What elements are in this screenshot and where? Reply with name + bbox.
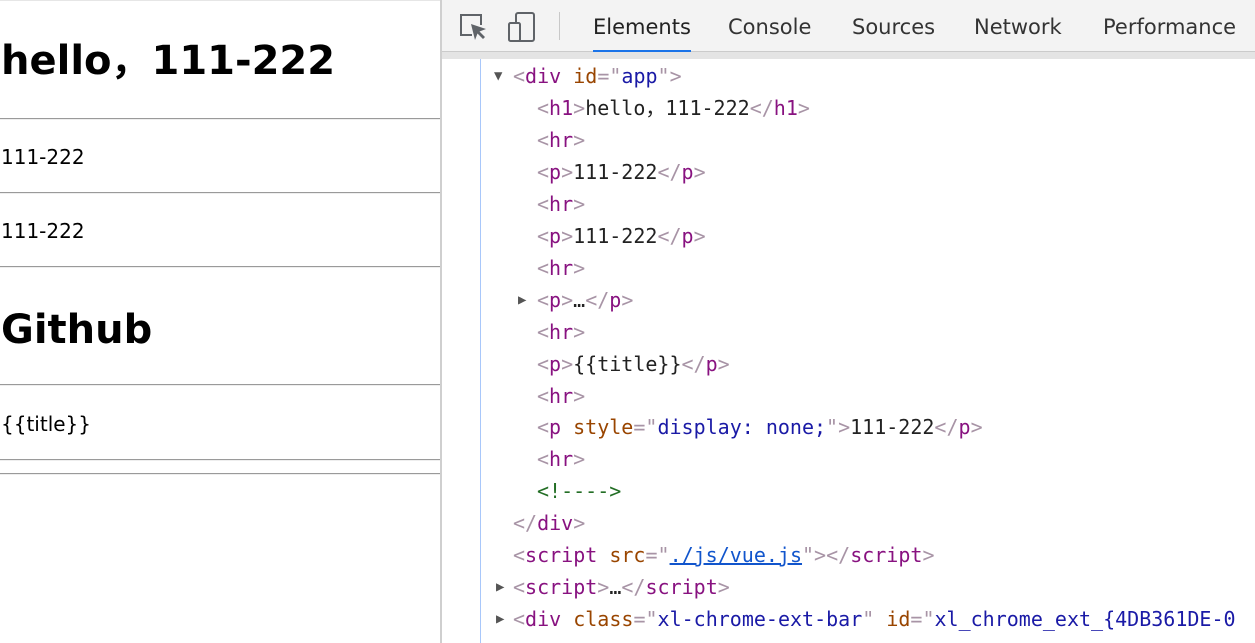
node-text: 111-222: [573, 224, 658, 248]
tab-network[interactable]: Network: [974, 0, 1062, 52]
tree-node-script-src[interactable]: <script src="./js/vue.js"></script>: [513, 541, 934, 569]
page-hr-1: [0, 118, 441, 120]
tree-node-p-hidden[interactable]: <p style="display: none;">111-222</p>: [537, 413, 983, 441]
indent-guide: [480, 59, 481, 643]
tag-name: p: [549, 224, 562, 248]
dom-tree: ▼ <div id="app"> <h1>hello，111-222</h1> …: [442, 59, 1255, 643]
script-src-link[interactable]: ./js/vue.js: [670, 543, 802, 567]
tree-node-hr[interactable]: <hr>: [537, 318, 585, 346]
tree-node-div-app[interactable]: <div id="app">: [513, 62, 682, 90]
expand-arrow-icon[interactable]: ▶: [496, 605, 504, 633]
tag-name: p: [549, 160, 562, 184]
page-hr-4: [0, 384, 441, 386]
node-text: hello，111-222: [585, 96, 750, 120]
attr-value: display: none;: [657, 415, 827, 439]
tag-name: hr: [549, 320, 574, 344]
node-text: {{title}}: [573, 352, 682, 376]
toolbar-underline-bar: [442, 52, 1255, 59]
attr-name: class: [573, 607, 634, 631]
tag-name: script: [525, 575, 598, 599]
tag-name: script: [645, 575, 718, 599]
tag-name: h1: [773, 96, 798, 120]
tag-name: hr: [549, 447, 574, 471]
tag-name: hr: [549, 128, 574, 152]
tag-name: p: [549, 288, 562, 312]
tag-name: hr: [549, 384, 574, 408]
tree-node-hr[interactable]: <hr>: [537, 190, 585, 218]
tag-name: hr: [549, 192, 574, 216]
attr-value: app: [621, 64, 658, 88]
tag-name: div: [525, 64, 562, 88]
ellipsis[interactable]: …: [573, 288, 585, 312]
tree-node-p[interactable]: <p>111-222</p>: [537, 158, 706, 186]
attr-value: xl-chrome-ext-bar: [657, 607, 863, 631]
page-hr-5: [0, 459, 441, 461]
page-para-title: {{title}}: [1, 412, 91, 436]
tree-node-div-ext[interactable]: <div class="xl-chrome-ext-bar" id="xl_ch…: [513, 605, 1236, 633]
tab-sources[interactable]: Sources: [852, 0, 935, 52]
tree-node-h1[interactable]: <h1>hello，111-222</h1>: [537, 94, 810, 122]
tree-node-p[interactable]: <p>111-222</p>: [537, 222, 706, 250]
tag-name: p: [681, 160, 694, 184]
devtools-panel: Elements Console Sources Network Perform…: [442, 0, 1255, 643]
page-hr-6: [0, 473, 441, 475]
tag-name: script: [525, 543, 598, 567]
attr-name: id: [573, 64, 598, 88]
tag-name: p: [549, 415, 562, 439]
expand-arrow-icon[interactable]: ▶: [496, 573, 504, 601]
attr-value: xl_chrome_ext_{4DB361DE-0: [934, 607, 1236, 631]
tag-name: p: [705, 352, 718, 376]
node-text: 111-222: [573, 160, 658, 184]
attr-name: style: [573, 415, 634, 439]
page-hr-3: [0, 266, 441, 268]
tag-name: div: [537, 511, 574, 535]
node-text: 111-222: [850, 415, 935, 439]
collapse-arrow-icon[interactable]: ▼: [494, 62, 502, 90]
inspect-element-icon[interactable]: [458, 11, 490, 43]
tab-elements[interactable]: Elements: [593, 0, 691, 53]
tree-node-script-collapsed[interactable]: <script>…</script>: [513, 573, 730, 601]
device-toggle-icon[interactable]: [506, 11, 538, 43]
page-heading-hello: hello，111-222: [1, 38, 336, 84]
tree-node-hr[interactable]: <hr>: [537, 382, 585, 410]
tree-node-hr[interactable]: <hr>: [537, 126, 585, 154]
tree-node-hr[interactable]: <hr>: [537, 254, 585, 282]
toolbar-separator: [559, 12, 560, 40]
tag-name: script: [850, 543, 923, 567]
tag-name: h1: [549, 96, 574, 120]
ellipsis[interactable]: …: [609, 575, 621, 599]
tag-name: p: [549, 352, 562, 376]
attr-name: id: [886, 607, 911, 631]
tag-name: hr: [549, 256, 574, 280]
page-heading-github: Github: [1, 307, 153, 353]
tag-name: p: [609, 288, 622, 312]
tree-node-p-title[interactable]: <p>{{title}}</p>: [537, 350, 730, 378]
expand-arrow-icon[interactable]: ▶: [518, 286, 526, 314]
devtools-toolbar: Elements Console Sources Network Perform…: [442, 0, 1255, 53]
tab-console[interactable]: Console: [728, 0, 811, 52]
page-para-1: 111-222: [1, 145, 85, 169]
tag-name: p: [681, 224, 694, 248]
tree-node-div-close[interactable]: </div>: [513, 509, 585, 537]
page-para-2: 111-222: [1, 219, 85, 243]
attr-name: src: [609, 543, 646, 567]
tree-node-comment[interactable]: <!---->: [537, 477, 621, 505]
tab-performance[interactable]: Performance: [1103, 0, 1236, 52]
tree-node-hr[interactable]: <hr>: [537, 445, 585, 473]
tree-node-p-collapsed[interactable]: <p>…</p>: [537, 286, 633, 314]
tag-name: p: [958, 415, 971, 439]
rendered-page: hello，111-222 111-222 111-222 Github {{t…: [0, 0, 441, 643]
page-hr-2: [0, 192, 441, 194]
tag-name: div: [525, 607, 562, 631]
